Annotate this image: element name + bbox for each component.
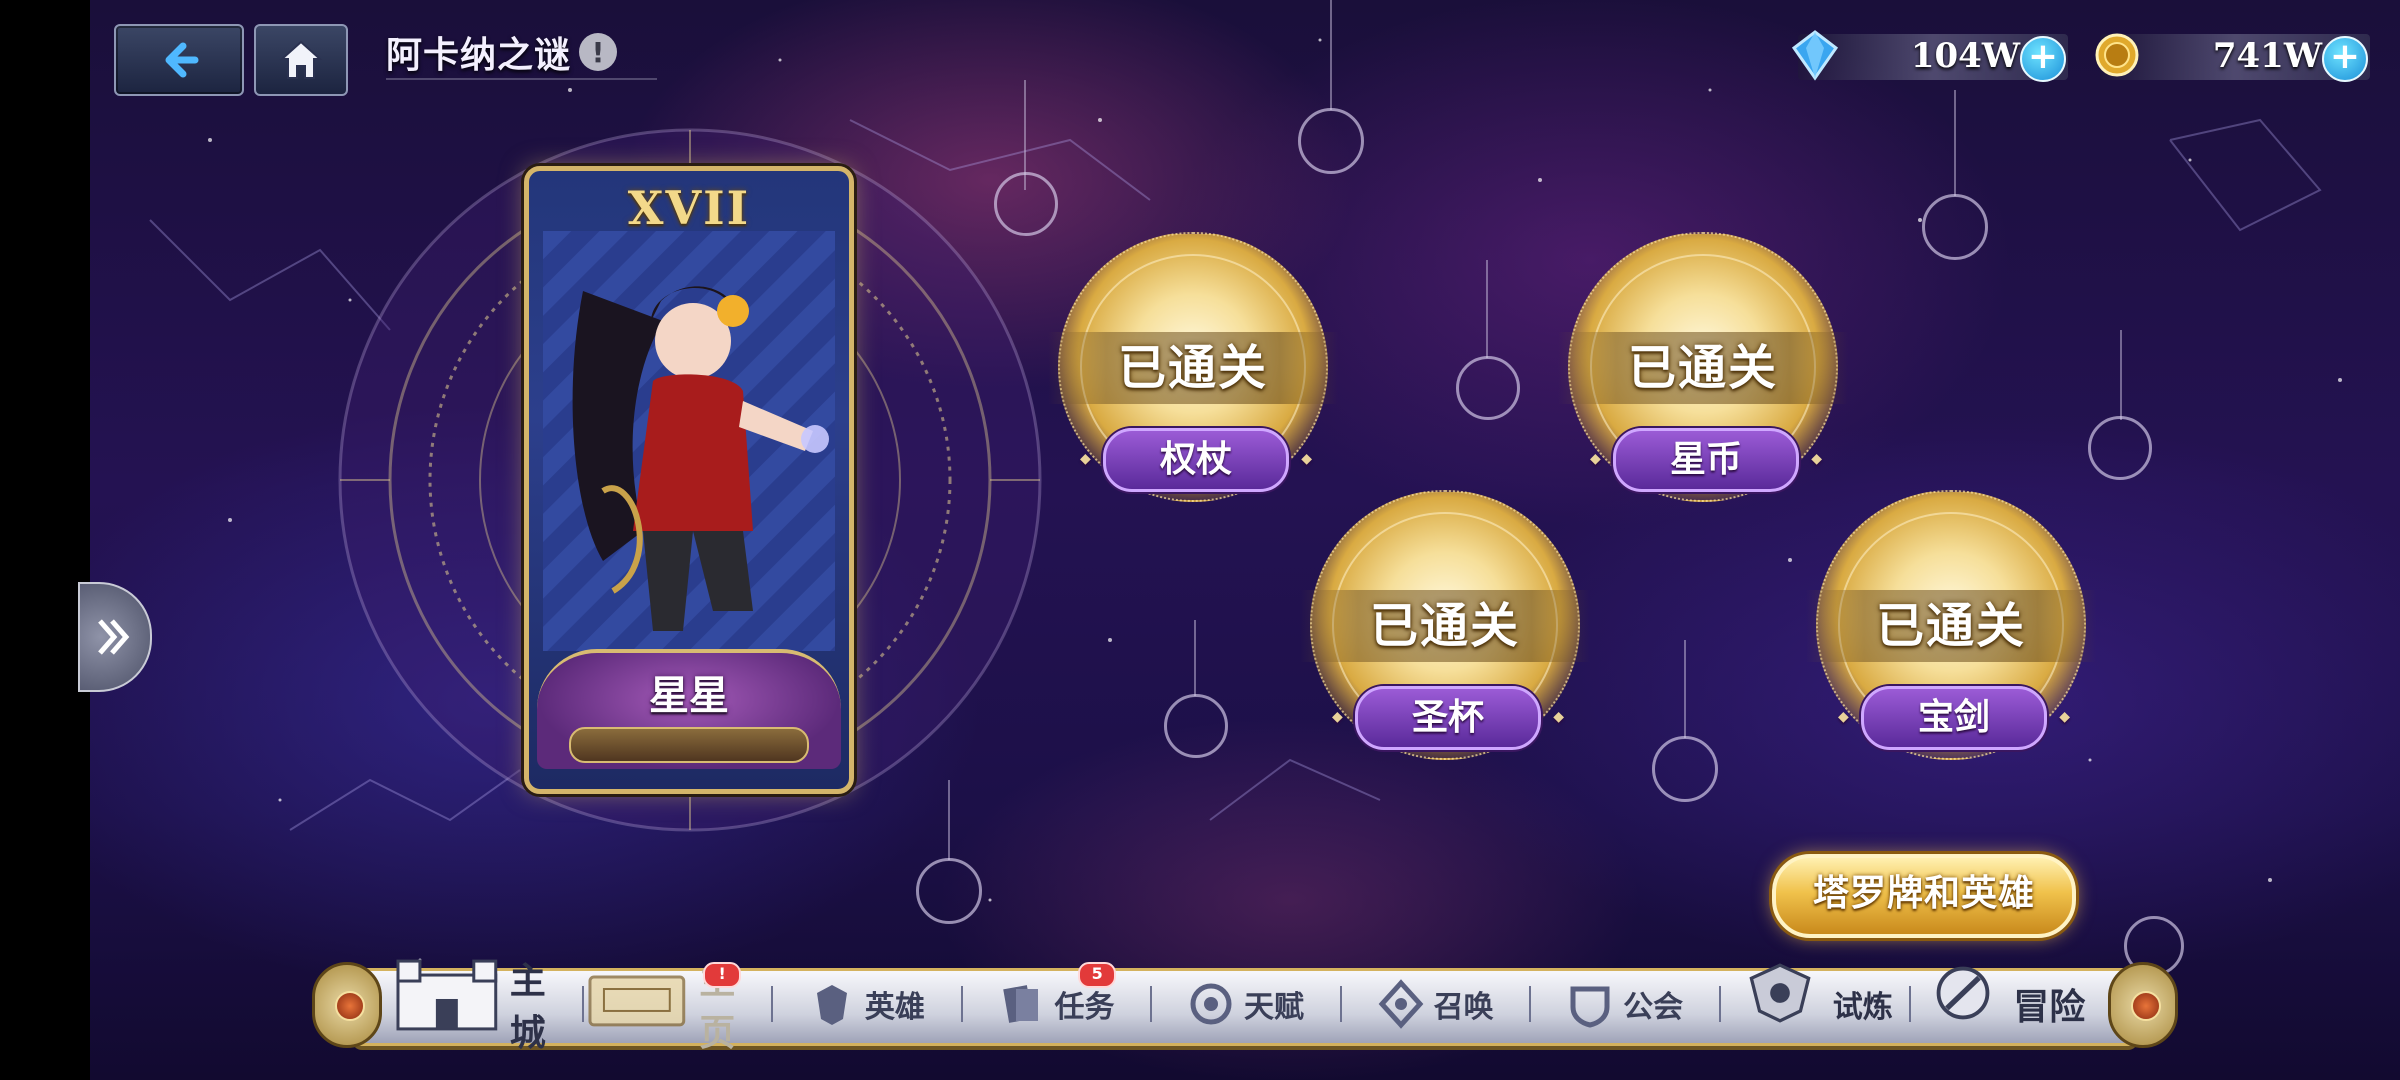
nav-item-trial[interactable]: 试炼 [1718,963,1909,1040]
hanging-ring [2088,416,2152,480]
stage-node-pentacles[interactable]: 已通关 星币 [1558,232,1848,522]
quest-icon [1003,985,1039,1023]
tarot-and-heroes-button[interactable]: 塔罗牌和英雄 [1772,854,2076,938]
info-icon[interactable]: ! [579,33,618,71]
trial-icon [1749,963,1811,1023]
card-hero-illustration [543,231,835,651]
stage-cleared-label: 已通关 [1300,590,1590,662]
title-bar: 阿卡纳之谜 ! [386,26,658,80]
gold-currency: 741W + [2095,33,2370,82]
card-numeral: XVII [627,181,751,235]
gold-coin-icon [2095,33,2139,77]
nav-item-summon[interactable]: 召唤 [1339,968,1530,1040]
card-ornament-strip [569,727,809,763]
nav-left-cap [312,962,382,1048]
home-button[interactable] [254,24,348,96]
nav-item-main-city[interactable]: 主城 [392,959,582,1054]
nav-label: 冒险 [2013,986,2086,1028]
stage-name-label: 宝剑 [1838,686,2070,750]
nav-right-cap [2108,962,2178,1048]
diamond-icon [1791,30,1839,81]
page-title: 阿卡纳之谜 [386,34,572,76]
diamond-amount: 104W [1910,36,2020,76]
hanging-thread [1486,260,1488,358]
hanging-ring [1164,694,1228,758]
notification-badge: 5 [1078,962,1117,988]
stage-name-label: 星币 [1590,428,1822,492]
bottom-nav: 主城 主页 ! 英雄 任务 5 [312,959,2178,1054]
hanging-thread [1330,0,1332,110]
nav-label: 召唤 [1433,990,1494,1025]
home-icon [279,40,323,79]
nav-item-talents[interactable]: 天赋 [1150,968,1340,1040]
talent-icon [1190,983,1232,1025]
stage-cleared-label: 已通关 [1806,590,2096,662]
nav-label: 英雄 [864,990,925,1025]
hanging-thread [1684,640,1686,738]
nav-item-adventure[interactable]: 冒险 [1908,966,2099,1040]
nav-item-quests[interactable]: 任务 5 [960,962,1151,1040]
notification-badge: ! [703,962,742,988]
stage-name-label: 权杖 [1080,428,1312,492]
stage-node-cups[interactable]: 已通关 圣杯 [1300,490,1590,780]
hanging-thread [1954,90,1956,196]
stage-node-wands[interactable]: 已通关 权杖 [1048,232,1338,522]
diamond-currency: 104W + [1791,30,2068,82]
castle-icon [396,959,498,1031]
nav-label: 天赋 [1244,990,1305,1025]
nav-item-guild[interactable]: 公会 [1529,968,1719,1040]
card-name: 星星 [649,672,729,719]
guild-icon [1570,986,1610,1028]
adventure-icon [1936,966,1990,1020]
hanging-ring [1456,356,1520,420]
stage-cleared-label: 已通关 [1558,332,1848,404]
nav-item-heroes[interactable]: 英雄 [771,968,961,1040]
hanging-ring [1652,736,1718,802]
hanging-thread [1194,620,1196,696]
stage-cleared-label: 已通关 [1048,332,1338,404]
stage-name-label: 圣杯 [1332,686,1564,750]
hero-icon [816,985,847,1025]
hanging-ring [1922,194,1988,260]
nav-label: 任务 [1054,990,1115,1025]
nav-item-homepage[interactable]: 主页 ! [581,960,772,1054]
stage-node-swords[interactable]: 已通关 宝剑 [1806,490,2096,780]
summon-icon [1378,979,1423,1029]
hanging-ring [916,858,982,924]
gold-amount: 741W [2212,36,2322,76]
hanging-ring [1298,108,1364,174]
homepage-icon [588,975,685,1027]
nav-label: 试炼 [1832,990,1893,1025]
tarot-card-star[interactable]: XVII 星星 [524,166,854,794]
back-button[interactable] [114,24,244,96]
double-chevron-right-icon [98,619,130,655]
add-gold-button[interactable]: + [2322,36,2368,82]
nav-label: 主城 [509,960,546,1054]
left-black-bar [0,0,90,1080]
add-diamond-button[interactable]: + [2020,36,2066,82]
hanging-thread [2120,330,2122,420]
nav-label: 公会 [1623,990,1684,1025]
back-arrow-icon [165,42,199,78]
